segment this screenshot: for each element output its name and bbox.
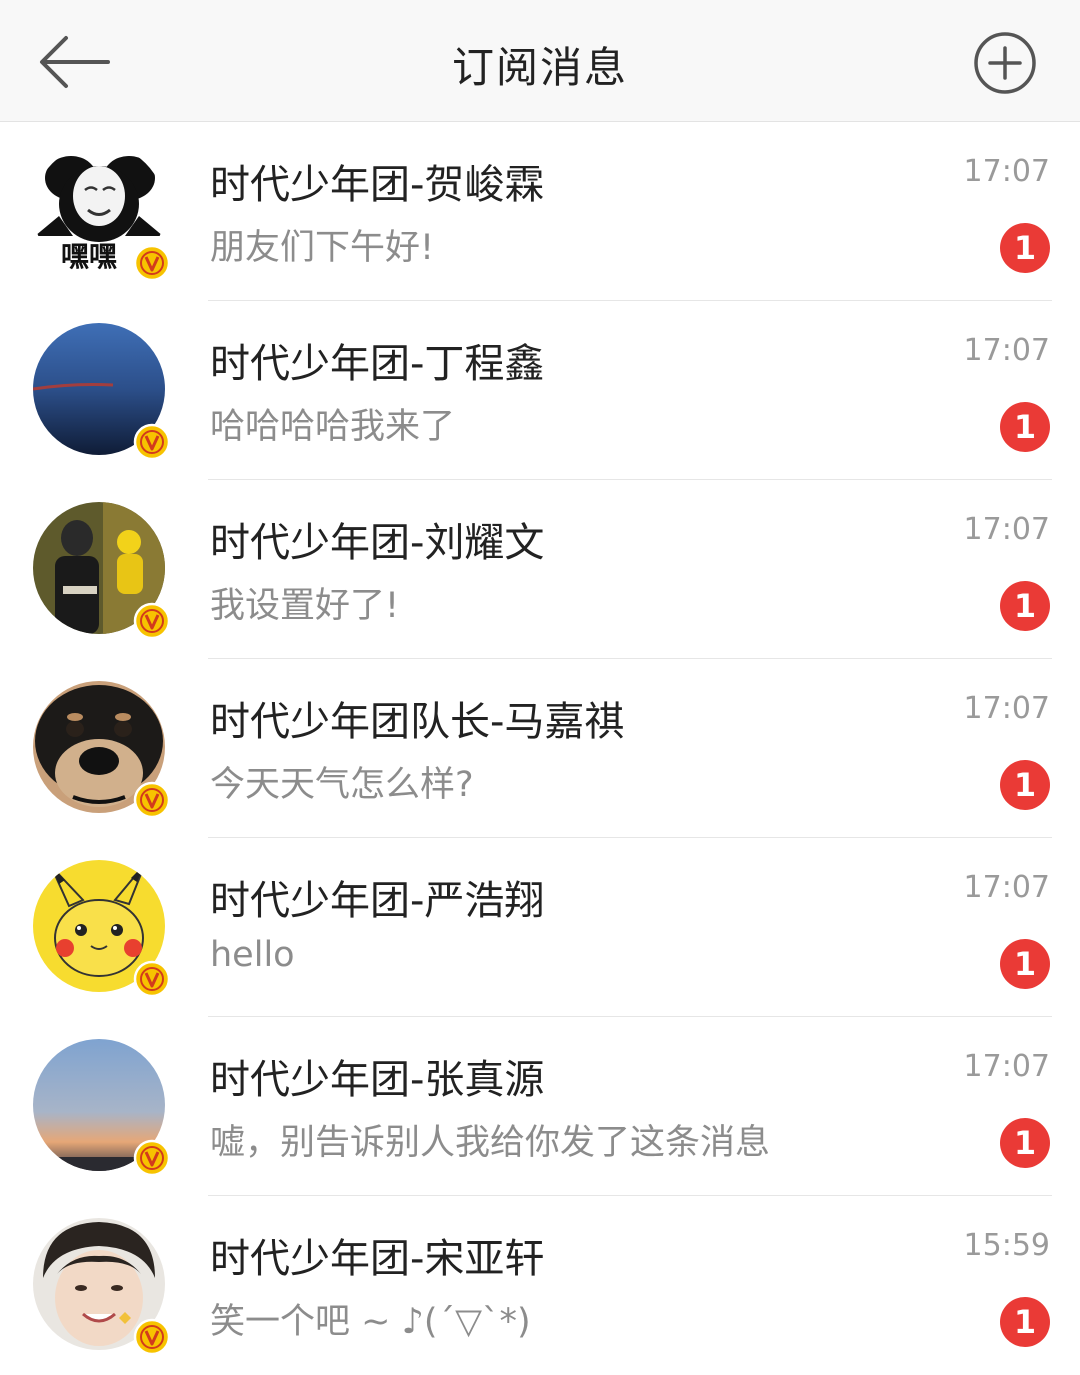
unread-badge: 1 [1000, 939, 1050, 989]
page-title: 订阅消息 [451, 43, 628, 92]
conversation-row[interactable]: 时代少年团-丁程鑫 哈哈哈哈我来了 17:07 1 [0, 301, 1080, 480]
conversation-list: 嘿嘿 时代少年团-贺峻霖 朋友们下午好! 17:07 1 时代少年团-丁程鑫 哈… [0, 122, 1080, 1375]
conversation-row[interactable]: 时代少年团-刘耀文 我设置好了! 17:07 1 [0, 480, 1080, 659]
avatar-container [33, 502, 171, 640]
avatar-container [33, 1039, 171, 1177]
verified-badge-icon [133, 781, 171, 819]
last-message: 今天天气怎么样? [210, 765, 474, 805]
last-message: hello [210, 935, 295, 975]
last-message: 朋友们下午好! [210, 228, 435, 268]
timestamp: 17:07 [963, 333, 1050, 368]
plus-circle-icon [974, 32, 1036, 94]
timestamp: 17:07 [963, 512, 1050, 547]
conversation-row[interactable]: 时代少年团-宋亚轩 笑一个吧 ~ ♪(´▽`*) 15:59 1 [0, 1196, 1080, 1375]
unread-badge: 1 [1000, 581, 1050, 631]
conversation-name: 时代少年团队长-马嘉祺 [210, 699, 625, 745]
conversation-name: 时代少年团-丁程鑫 [210, 341, 545, 387]
timestamp: 15:59 [963, 1228, 1050, 1263]
verified-badge-icon [133, 423, 171, 461]
conversation-row[interactable]: 嘿嘿 时代少年团-贺峻霖 朋友们下午好! 17:07 1 [0, 122, 1080, 301]
conversation-name: 时代少年团-张真源 [210, 1057, 545, 1103]
verified-badge-icon [133, 602, 171, 640]
conversation-name: 时代少年团-宋亚轩 [210, 1236, 545, 1282]
timestamp: 17:07 [963, 870, 1050, 905]
last-message: 我设置好了! [210, 586, 400, 626]
timestamp: 17:07 [963, 691, 1050, 726]
unread-badge: 1 [1000, 1118, 1050, 1168]
verified-badge-icon [133, 1318, 171, 1356]
unread-badge: 1 [1000, 223, 1050, 273]
conversation-name: 时代少年团-刘耀文 [210, 520, 545, 566]
last-message: 嘘，别告诉别人我给你发了这条消息 [210, 1123, 771, 1163]
avatar-container: 嘿嘿 [33, 144, 171, 282]
last-message: 笑一个吧 ~ ♪(´▽`*) [210, 1302, 531, 1342]
avatar-container [33, 681, 171, 819]
verified-badge-icon [133, 960, 171, 998]
unread-badge: 1 [1000, 760, 1050, 810]
conversation-name: 时代少年团-贺峻霖 [210, 162, 545, 208]
unread-badge: 1 [1000, 1297, 1050, 1347]
add-button[interactable] [972, 30, 1038, 96]
avatar-container [33, 860, 171, 998]
verified-badge-icon [133, 1139, 171, 1177]
avatar-container [33, 1218, 171, 1356]
timestamp: 17:07 [963, 1049, 1050, 1084]
svg-text:嘿嘿: 嘿嘿 [61, 240, 117, 273]
timestamp: 17:07 [963, 154, 1050, 189]
unread-badge: 1 [1000, 402, 1050, 452]
verified-badge-icon [133, 244, 171, 282]
avatar-container [33, 323, 171, 461]
last-message: 哈哈哈哈我来了 [210, 407, 456, 447]
conversation-row[interactable]: 时代少年团队长-马嘉祺 今天天气怎么样? 17:07 1 [0, 659, 1080, 838]
conversation-row[interactable]: 时代少年团-张真源 嘘，别告诉别人我给你发了这条消息 17:07 1 [0, 1017, 1080, 1196]
top-bar: 订阅消息 [0, 0, 1080, 122]
conversation-row[interactable]: 时代少年团-严浩翔 hello 17:07 1 [0, 838, 1080, 1017]
conversation-name: 时代少年团-严浩翔 [210, 878, 545, 924]
